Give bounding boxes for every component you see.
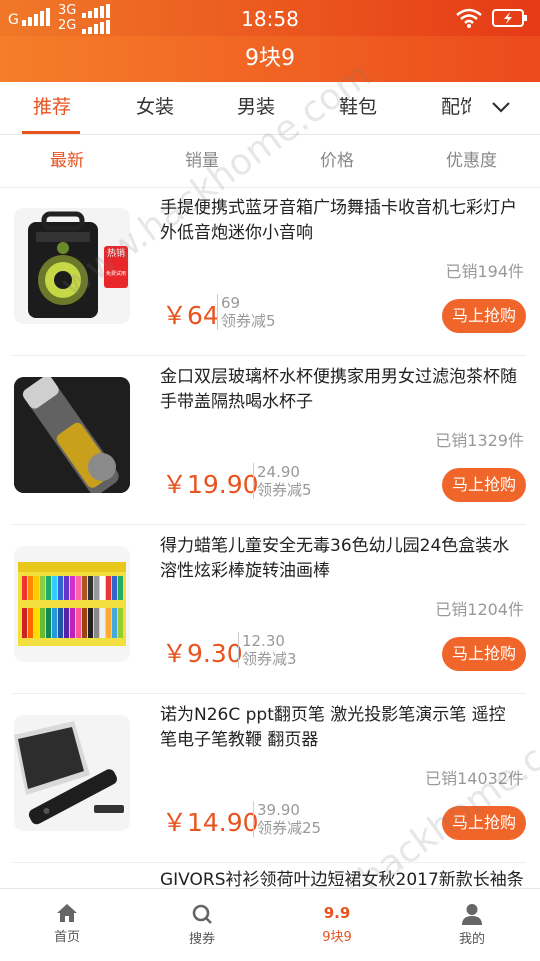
price-details: 39.90 领券减25 xyxy=(253,801,321,837)
sort-newest[interactable]: 最新 xyxy=(50,135,84,187)
product-item[interactable]: 热销 免费试用 手提便携式蓝牙音箱广场舞插卡收音机七彩灯户外低音炮迷你小音响 已… xyxy=(0,188,540,356)
divider xyxy=(12,862,526,863)
product-title[interactable]: GIVORS衬衫领荷叶边短裙女秋2017新款长袖条 xyxy=(160,868,524,888)
product-image-crayons[interactable] xyxy=(14,546,130,662)
tab-profile[interactable]: 我的 xyxy=(422,889,522,961)
sold-count: 已销1329件 xyxy=(435,431,524,450)
coupon-discount: 领券减5 xyxy=(257,481,312,499)
original-price: 12.30 xyxy=(242,632,285,650)
original-price: 24.90 xyxy=(257,463,300,481)
product-price: ￥19.90 xyxy=(162,470,259,499)
product-title[interactable]: 手提便携式蓝牙音箱广场舞插卡收音机七彩灯户外低音炮迷你小音响 xyxy=(160,196,520,246)
price-details: 24.90 领券减5 xyxy=(253,463,312,499)
divider xyxy=(12,524,526,525)
buy-now-button[interactable]: 马上抢购 xyxy=(442,806,526,840)
status-bar: G 3G 2G 18:58 xyxy=(0,0,540,36)
divider xyxy=(12,355,526,356)
search-icon xyxy=(192,904,212,924)
chevron-down-icon[interactable] xyxy=(486,92,516,122)
active-tab-indicator xyxy=(22,131,80,134)
product-item[interactable]: GIVORS衬衫领荷叶边短裙女秋2017新款长袖条 xyxy=(0,864,540,888)
product-image-glass-cup[interactable] xyxy=(14,377,130,493)
product-item[interactable]: 诺为N26C ppt翻页笔 激光投影笔演示笔 遥控笔电子笔教鞭 翻页器 已销14… xyxy=(0,695,540,863)
status-icons xyxy=(456,8,528,28)
tab-search-label: 搜券 xyxy=(188,932,215,947)
sort-price[interactable]: 价格 xyxy=(320,135,354,187)
user-icon xyxy=(462,904,482,925)
tab-search-coupons[interactable]: 搜券 xyxy=(152,889,252,961)
product-price: ￥9.30 xyxy=(162,639,243,668)
home-icon xyxy=(57,904,77,922)
tab-nine-nine-label: 9块9 xyxy=(322,930,352,945)
tab-home[interactable]: 首页 xyxy=(17,889,117,961)
product-item[interactable]: 得力蜡笔儿童安全无毒36色幼儿园24色盒装水溶性炫彩棒旋转油画棒 已销1204件… xyxy=(0,526,540,694)
buy-now-button[interactable]: 马上抢购 xyxy=(442,468,526,502)
page-title: 9块9 xyxy=(0,36,540,82)
price-details: 12.30 领券减3 xyxy=(238,632,297,668)
product-item[interactable]: 金口双层玻璃杯水杯便携家用男女过滤泡茶杯随手带盖隔热喝水杯子 已销1329件 ￥… xyxy=(0,357,540,525)
crayon-box-illustration xyxy=(18,562,126,646)
tab-recommend[interactable]: 推荐 xyxy=(33,82,71,134)
sold-count: 已销14032件 xyxy=(425,769,524,788)
sort-bar: 最新 销量 价格 优惠度 xyxy=(0,135,540,188)
product-price: ￥14.90 xyxy=(162,808,259,837)
sort-sales[interactable]: 销量 xyxy=(185,135,219,187)
divider xyxy=(12,693,526,694)
wifi-icon xyxy=(456,8,482,28)
sort-discount[interactable]: 优惠度 xyxy=(446,135,497,187)
product-image-presenter[interactable] xyxy=(14,715,130,831)
category-tabs: 推荐 女装 男装 鞋包 配饰 xyxy=(0,82,540,135)
battery-icon xyxy=(492,9,527,27)
tab-shoes-bags[interactable]: 鞋包 xyxy=(339,82,377,134)
coupon-discount: 领券减3 xyxy=(242,650,297,668)
tab-home-label: 首页 xyxy=(53,930,80,945)
product-title[interactable]: 金口双层玻璃杯水杯便携家用男女过滤泡茶杯随手带盖隔热喝水杯子 xyxy=(160,365,520,415)
product-title[interactable]: 得力蜡笔儿童安全无毒36色幼儿园24色盒装水溶性炫彩棒旋转油画棒 xyxy=(160,534,520,584)
tab-profile-label: 我的 xyxy=(458,932,485,947)
tab-mens[interactable]: 男装 xyxy=(237,82,275,134)
product-price: ￥64 xyxy=(162,301,219,330)
coupon-discount: 领券减25 xyxy=(257,819,322,837)
buy-now-button[interactable]: 马上抢购 xyxy=(442,299,526,333)
hot-sale-badge: 热销 免费试用 xyxy=(104,246,128,288)
hot-sale-label: 热销 xyxy=(106,249,125,259)
nine-nine-icon: 9.9 xyxy=(323,904,351,922)
sold-count: 已销194件 xyxy=(445,262,524,281)
original-price: 39.90 xyxy=(257,801,300,819)
bottom-tab-bar: 首页 搜券 9.9 9块9 我的 xyxy=(0,888,540,961)
price-details: 69 领券减5 xyxy=(217,294,276,330)
product-title[interactable]: 诺为N26C ppt翻页笔 激光投影笔演示笔 遥控笔电子笔教鞭 翻页器 xyxy=(160,703,520,753)
product-image-speaker[interactable]: 热销 免费试用 xyxy=(14,208,130,324)
tab-womens[interactable]: 女装 xyxy=(136,82,174,134)
coupon-discount: 领券减5 xyxy=(221,312,276,330)
glass-cup-illustration xyxy=(14,377,130,493)
tab-accessories[interactable]: 配饰 xyxy=(441,82,471,134)
free-trial-label: 免费试用 xyxy=(105,271,126,277)
sold-count: 已销1204件 xyxy=(435,600,524,619)
original-price: 69 xyxy=(221,294,241,312)
presenter-illustration xyxy=(14,721,124,825)
buy-now-button[interactable]: 马上抢购 xyxy=(442,637,526,671)
tab-nine-nine[interactable]: 9.9 9块9 xyxy=(287,889,387,961)
